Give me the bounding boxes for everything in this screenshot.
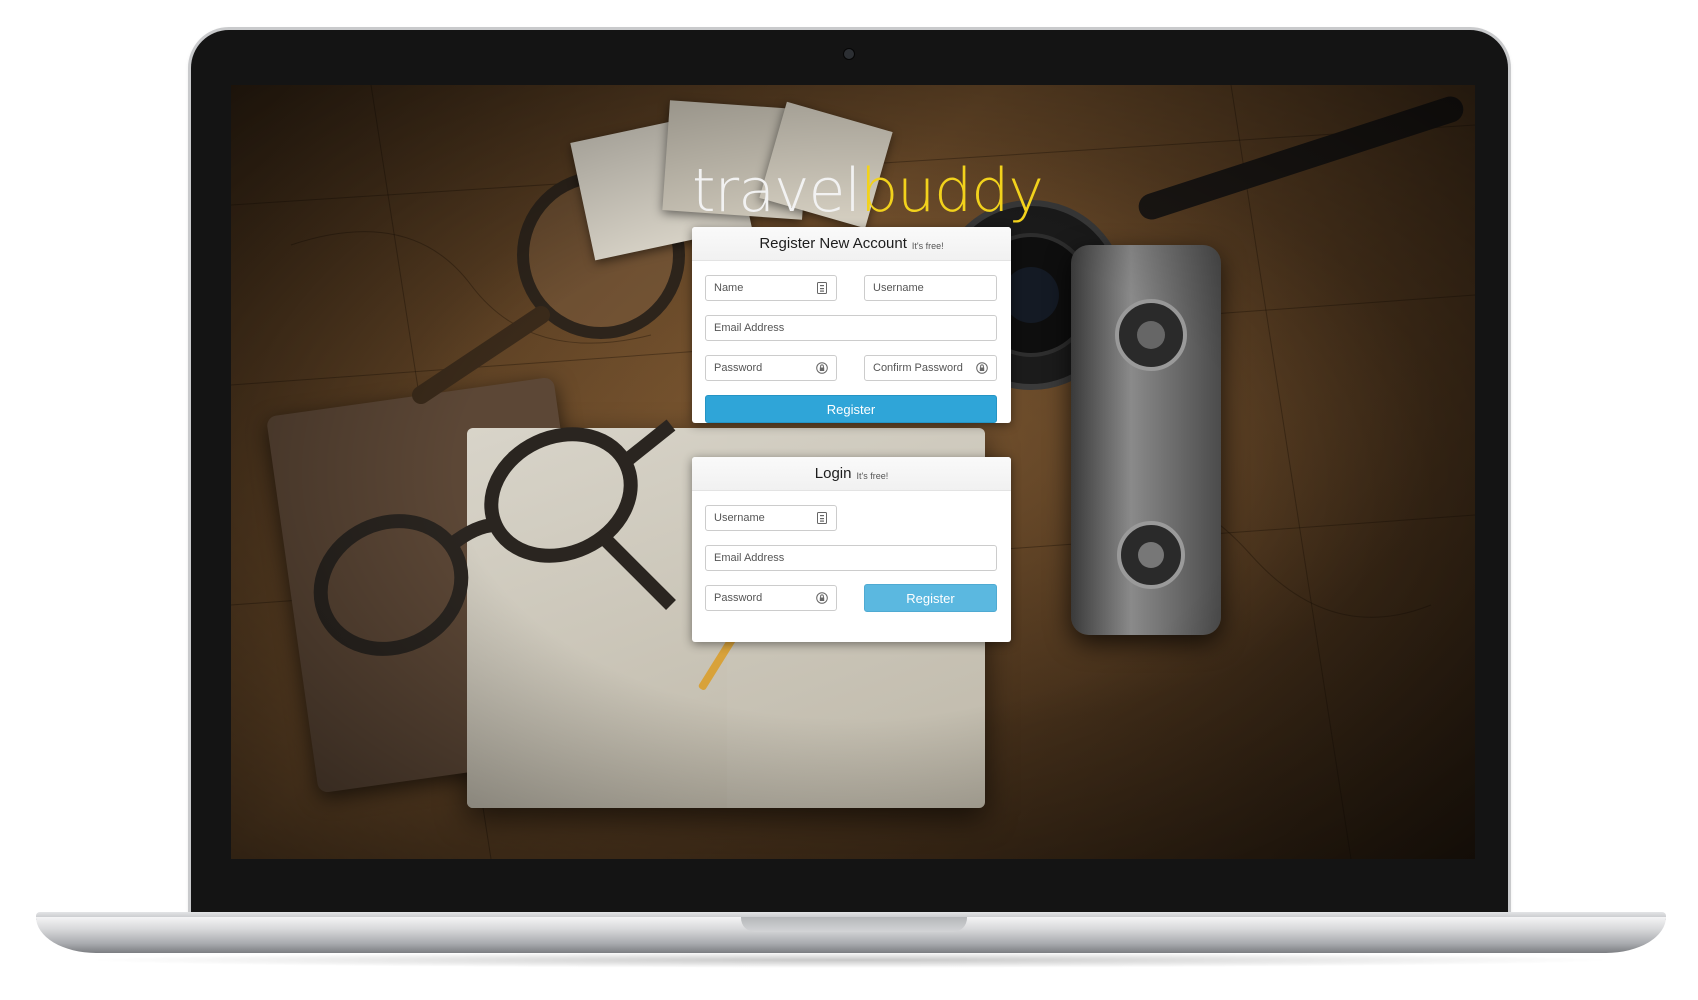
- password-input[interactable]: Password: [705, 355, 837, 381]
- logo-part-travel: travel: [692, 156, 861, 226]
- username-input[interactable]: Username: [864, 275, 997, 301]
- confirm-password-input[interactable]: Confirm Password: [864, 355, 997, 381]
- laptop-screen: travelbuddy Register New Account It's fr…: [231, 85, 1475, 859]
- register-card-header: Register New Account It's free!: [692, 227, 1011, 261]
- register-title: Register New Account: [759, 235, 907, 252]
- confirm-password-input-placeholder: Confirm Password: [873, 362, 963, 374]
- login-card-header: Login It's free!: [692, 457, 1011, 491]
- login-subtitle: It's free!: [856, 470, 889, 481]
- login-password-input[interactable]: Password: [705, 585, 837, 611]
- email-input-placeholder: Email Address: [714, 322, 785, 334]
- login-email-input[interactable]: Email Address: [705, 545, 997, 571]
- login-card: Login It's free! Username Email Address …: [692, 457, 1011, 642]
- name-input-placeholder: Name: [714, 282, 744, 294]
- login-email-placeholder: Email Address: [714, 552, 785, 564]
- login-password-placeholder: Password: [714, 592, 763, 604]
- register-subtitle: It's free!: [911, 240, 944, 251]
- laptop-notch: [741, 917, 967, 932]
- email-input[interactable]: Email Address: [705, 315, 997, 341]
- login-title: Login: [814, 465, 852, 482]
- name-input[interactable]: Name: [705, 275, 837, 301]
- login-username-placeholder: Username: [714, 512, 765, 524]
- login-username-input[interactable]: Username: [705, 505, 837, 531]
- login-submit-button[interactable]: Register: [864, 584, 997, 612]
- webcam-icon: [843, 48, 855, 60]
- lock-icon: [816, 361, 828, 375]
- laptop-shadow: [80, 952, 1620, 968]
- password-input-placeholder: Password: [714, 362, 763, 374]
- lock-icon: [816, 591, 828, 605]
- id-card-icon: [816, 281, 828, 295]
- logo-part-buddy: buddy: [860, 156, 1044, 226]
- register-button[interactable]: Register: [705, 395, 997, 423]
- register-card: Register New Account It's free! Name Use…: [692, 227, 1011, 423]
- travelbuddy-logo: travelbuddy: [692, 155, 1044, 227]
- username-input-placeholder: Username: [873, 282, 924, 294]
- id-card-icon: [816, 511, 828, 525]
- lock-icon: [976, 361, 988, 375]
